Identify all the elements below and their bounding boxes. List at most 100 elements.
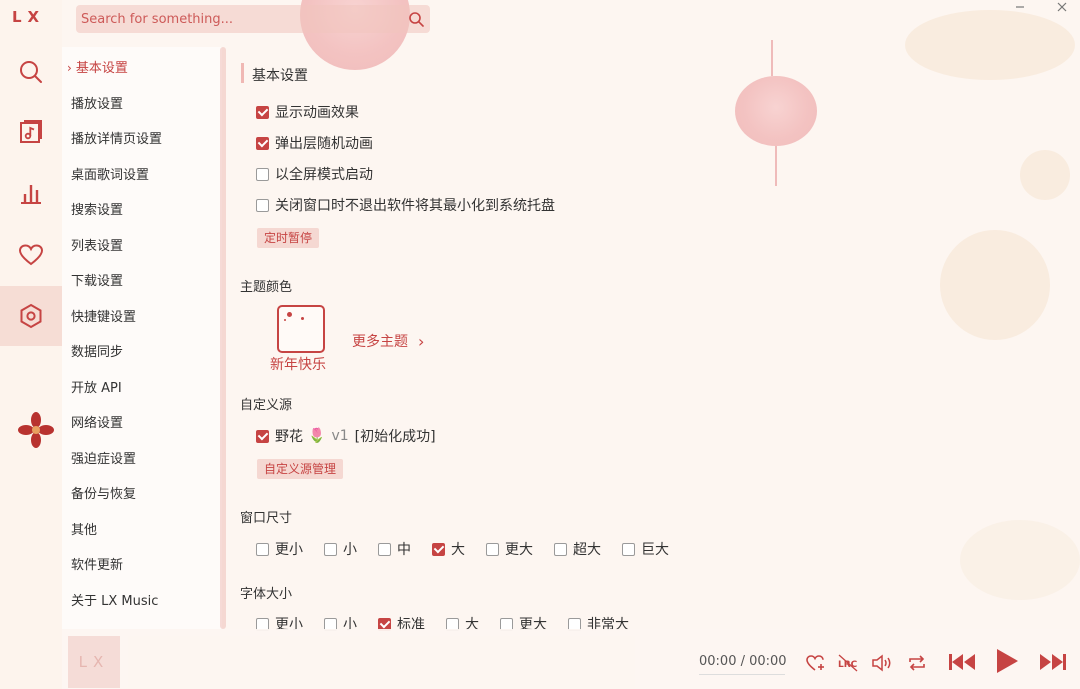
window-size-option[interactable]: 超大 <box>554 539 601 559</box>
checkbox[interactable] <box>432 542 445 556</box>
progress-track[interactable] <box>699 674 785 675</box>
flower-decoration <box>18 412 54 452</box>
section-title-font-size: 字体大小 <box>240 587 293 602</box>
nav-item-other[interactable]: 其他 <box>71 519 97 538</box>
tulip-icon: 🌷 <box>308 428 326 444</box>
window-size-option[interactable]: 中 <box>378 539 411 559</box>
checkbox[interactable] <box>622 542 635 556</box>
desktop-lyric-button[interactable]: LRC <box>836 652 860 674</box>
source-status: [初始化成功] <box>354 429 436 445</box>
checkbox[interactable] <box>486 542 499 556</box>
option-show-animation[interactable]: 显示动画效果 <box>256 102 359 122</box>
custom-source-manage-button[interactable]: 自定义源管理 <box>257 459 344 479</box>
nav-item-play-detail[interactable]: 播放详情页设置 <box>71 128 162 147</box>
checkbox[interactable] <box>554 542 567 556</box>
settings-content: 基本设置 显示动画效果 弹出层随机动画 以全屏模式启动 关闭窗口时不退出软件将其… <box>226 47 1080 633</box>
option-minimize-to-tray[interactable]: 关闭窗口时不退出软件将其最小化到系统托盘 <box>256 195 555 215</box>
search-input[interactable] <box>76 10 402 28</box>
checkbox[interactable] <box>324 542 337 556</box>
window-size-option[interactable]: 大 <box>432 539 465 559</box>
album-cover[interactable]: LX <box>68 636 120 688</box>
section-title-window-size: 窗口尺寸 <box>240 511 293 526</box>
volume-icon <box>872 654 891 672</box>
play-time: 00:00 / 00:00 <box>699 654 787 669</box>
custom-source-item[interactable]: 野花 🌷 v1 [初始化成功] <box>256 426 436 446</box>
theme-dot <box>287 312 292 317</box>
theme-dot <box>284 319 286 321</box>
search-icon <box>409 12 424 27</box>
settings-icon <box>20 303 42 329</box>
repeat-icon <box>909 655 925 671</box>
rail-settings-button[interactable] <box>0 286 62 346</box>
previous-track-button[interactable] <box>946 649 978 675</box>
close-icon <box>1057 2 1067 12</box>
nav-item-sync[interactable]: 数据同步 <box>71 341 123 360</box>
next-track-button[interactable] <box>1037 649 1069 675</box>
nav-item-basic[interactable]: › 基本设置 <box>67 57 128 76</box>
rail-leaderboard-button[interactable] <box>0 163 62 223</box>
heart-icon <box>18 244 44 266</box>
checkbox[interactable] <box>256 198 269 212</box>
checkbox[interactable] <box>256 167 269 181</box>
section-title-theme: 主题颜色 <box>240 280 293 295</box>
window-size-option[interactable]: 巨大 <box>622 539 669 559</box>
checkbox[interactable] <box>256 542 269 556</box>
checkbox[interactable] <box>378 542 391 556</box>
next-icon <box>1040 654 1066 670</box>
nav-item-update[interactable]: 软件更新 <box>71 554 123 573</box>
nav-item-network[interactable]: 网络设置 <box>71 412 123 431</box>
close-button[interactable] <box>1052 0 1072 14</box>
window-size-option[interactable]: 更小 <box>256 539 303 559</box>
search-submit-button[interactable] <box>402 5 430 33</box>
nav-item-odc[interactable]: 强迫症设置 <box>71 448 136 467</box>
option-start-fullscreen[interactable]: 以全屏模式启动 <box>256 164 373 184</box>
window-size-options: 更小 小 中 大 更大 超大 巨大 <box>256 539 690 559</box>
option-random-popup-animation[interactable]: 弹出层随机动画 <box>256 133 373 153</box>
nav-item-search[interactable]: 搜索设置 <box>71 199 123 218</box>
volume-button[interactable] <box>870 652 894 674</box>
checkbox[interactable] <box>256 136 269 150</box>
nav-item-play[interactable]: 播放设置 <box>71 93 123 112</box>
theme-dot <box>301 317 304 320</box>
add-to-favorites-button[interactable] <box>804 652 826 674</box>
section-title-basic: 基本设置 <box>252 68 308 84</box>
chart-icon <box>21 185 41 204</box>
nav-item-backup[interactable]: 备份与恢复 <box>71 483 136 502</box>
source-version: v1 <box>331 428 349 444</box>
section-title-accent <box>241 63 244 83</box>
nav-item-hotkey[interactable]: 快捷键设置 <box>71 306 136 325</box>
checkbox[interactable] <box>256 105 269 119</box>
play-mode-button[interactable] <box>905 652 929 674</box>
search-icon <box>20 61 42 83</box>
chevron-right-icon: › <box>418 331 425 351</box>
lyric-icon: LRC <box>838 654 858 672</box>
theme-card-new-year[interactable] <box>277 305 325 353</box>
play-button[interactable] <box>992 645 1022 677</box>
left-rail: LX <box>0 0 62 689</box>
heart-plus-icon <box>806 655 824 671</box>
play-icon <box>997 649 1018 673</box>
rail-song-list-button[interactable] <box>0 102 62 162</box>
nav-item-about[interactable]: 关于 LX Music <box>71 590 158 609</box>
player-bar: LX 00:00 / 00:00 LRC <box>62 629 1080 689</box>
window-size-option[interactable]: 更大 <box>486 539 533 559</box>
theme-name[interactable]: 新年快乐 <box>270 354 326 374</box>
window-size-option[interactable]: 小 <box>324 539 357 559</box>
nav-item-download[interactable]: 下载设置 <box>71 270 123 289</box>
previous-icon <box>949 654 975 670</box>
rail-favorites-button[interactable] <box>0 225 62 285</box>
timer-pause-button[interactable]: 定时暂停 <box>257 228 320 248</box>
rail-search-button[interactable] <box>0 42 62 102</box>
section-title-custom-source: 自定义源 <box>240 398 293 413</box>
app-logo: LX <box>12 8 46 26</box>
nav-item-desktop-lyric[interactable]: 桌面歌词设置 <box>71 164 149 183</box>
song-list-icon <box>20 120 42 143</box>
chevron-right-icon: › <box>67 61 72 75</box>
nav-item-open-api[interactable]: 开放 API <box>71 377 122 396</box>
minimize-button[interactable] <box>1010 0 1030 14</box>
more-themes-link[interactable]: 更多主题 › <box>352 331 424 351</box>
settings-nav: › 基本设置 播放设置 播放详情页设置 桌面歌词设置 搜索设置 列表设置 下载设置… <box>62 47 222 629</box>
search-bar[interactable] <box>76 5 430 33</box>
nav-item-list[interactable]: 列表设置 <box>71 235 123 254</box>
checkbox[interactable] <box>256 429 269 443</box>
